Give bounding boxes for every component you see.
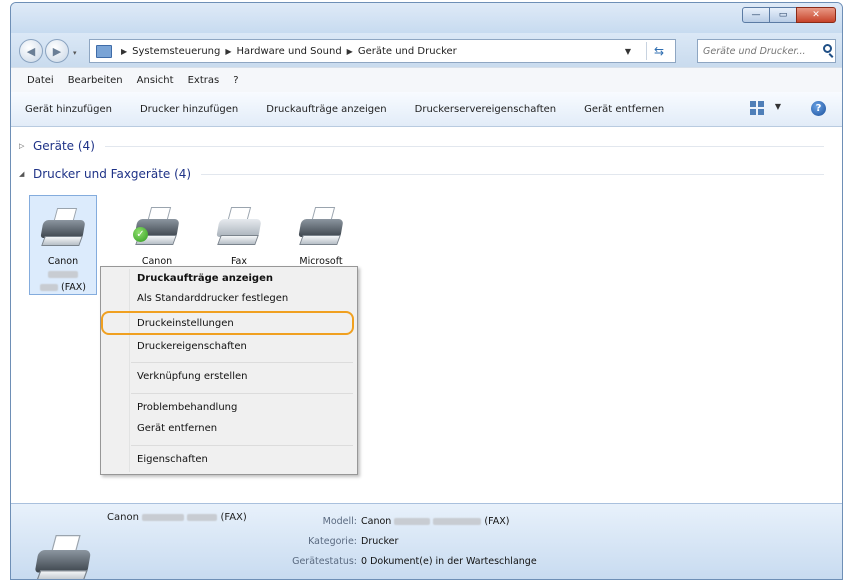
navigation-bar: ◀ ▶ ▾ ▶ Systemsteuerung ▶ Hardware und S… (11, 33, 842, 67)
address-dropdown-icon[interactable]: ▼ (621, 40, 635, 62)
menu-file[interactable]: Datei (27, 75, 54, 86)
device-label: Canon (FAX) (39, 255, 86, 294)
printer-icon (297, 205, 345, 249)
menu-view[interactable]: Ansicht (137, 75, 174, 86)
printer-icon: ✓ (133, 205, 181, 249)
redacted-text (433, 518, 482, 525)
details-pane: Canon (FAX) Modell: Canon (FAX) Kategori… (11, 503, 842, 579)
category-value: Drucker (361, 536, 399, 547)
window-controls: — ▭ ✕ (742, 7, 836, 23)
control-panel-icon (96, 44, 112, 58)
address-bar[interactable]: ▶ Systemsteuerung ▶ Hardware und Sound ▶… (89, 39, 676, 63)
print-server-properties-button[interactable]: Druckerservereigenschaften (415, 104, 556, 115)
refresh-icon[interactable]: ⇆ (646, 42, 671, 60)
menu-edit[interactable]: Bearbeiten (68, 75, 123, 86)
menu-item-printer-properties[interactable]: Druckereigenschaften (137, 341, 247, 352)
status-label: Gerätestatus: (292, 556, 357, 567)
maximize-button[interactable]: ▭ (769, 7, 797, 23)
back-button[interactable]: ◀ (19, 39, 43, 63)
search-icon[interactable] (823, 44, 832, 53)
printer-icon (39, 206, 87, 249)
default-check-icon: ✓ (133, 227, 148, 242)
menu-separator (131, 393, 353, 394)
menu-item-create-shortcut[interactable]: Verknüpfung erstellen (137, 371, 247, 382)
group-printers-label: Drucker und Faxgeräte (4) (33, 167, 192, 181)
menu-help[interactable]: ? (233, 75, 238, 86)
command-bar: Gerät hinzufügen Drucker hinzufügen Druc… (11, 92, 842, 127)
printer-icon (33, 520, 93, 579)
recent-pages-chevron-icon[interactable]: ▾ (73, 49, 77, 57)
breadcrumb-separator-icon: ▶ (225, 46, 232, 56)
close-button[interactable]: ✕ (796, 7, 836, 23)
change-view-icon[interactable] (750, 101, 764, 115)
redacted-text (39, 284, 58, 291)
help-icon[interactable]: ? (811, 101, 826, 116)
breadcrumb-item[interactable]: Systemsteuerung (132, 46, 220, 57)
breadcrumb-item[interactable]: Geräte und Drucker (358, 46, 457, 57)
see-print-jobs-button[interactable]: Druckaufträge anzeigen (266, 104, 386, 115)
remove-device-button[interactable]: Gerät entfernen (584, 104, 664, 115)
menu-item-remove-device[interactable]: Gerät entfernen (137, 423, 217, 434)
expand-arrow-icon[interactable]: ▷ (19, 142, 27, 150)
add-printer-button[interactable]: Drucker hinzufügen (140, 104, 238, 115)
device-name: Canon (FAX) (107, 512, 247, 523)
model-label: Modell: (322, 516, 357, 527)
redacted-text (394, 518, 431, 525)
menu-bar: Datei Bearbeiten Ansicht Extras ? (11, 67, 842, 93)
fax-icon (215, 205, 263, 249)
redacted-text (187, 513, 218, 521)
status-value: 0 Dokument(e) in der Warteschlange (361, 556, 537, 567)
model-value: Canon (FAX) (361, 516, 510, 527)
view-dropdown-icon[interactable]: ▼ (775, 102, 781, 111)
add-device-button[interactable]: Gerät hinzufügen (25, 104, 112, 115)
title-bar[interactable]: — ▭ ✕ (11, 3, 842, 33)
menu-item-properties[interactable]: Eigenschaften (137, 454, 208, 465)
device-canon-fax[interactable]: Canon (FAX) (29, 195, 97, 295)
menu-tools[interactable]: Extras (188, 75, 220, 86)
group-divider (201, 173, 824, 175)
menu-item-set-default[interactable]: Als Standarddrucker festlegen (137, 293, 288, 304)
breadcrumb-separator-icon: ▶ (346, 46, 353, 56)
forward-button[interactable]: ▶ (45, 39, 69, 63)
menu-separator (131, 445, 353, 446)
group-devices-label: Geräte (4) (33, 139, 95, 153)
menu-item-troubleshoot[interactable]: Problembehandlung (137, 402, 237, 413)
search-input[interactable] (697, 39, 836, 63)
menu-gutter (129, 269, 130, 472)
menu-separator (131, 362, 353, 363)
redacted-text (47, 271, 78, 278)
context-menu: Druckaufträge anzeigen Als Standarddruck… (100, 266, 358, 475)
group-divider (104, 145, 824, 147)
minimize-button[interactable]: — (742, 7, 770, 23)
breadcrumb-separator-icon: ▶ (121, 46, 128, 56)
highlight-outline (101, 311, 354, 335)
group-devices-header[interactable]: ▷ Geräte (4) (19, 139, 824, 153)
redacted-text (142, 513, 185, 521)
group-printers-header[interactable]: ◢ Drucker und Faxgeräte (4) (19, 167, 824, 181)
collapse-arrow-icon[interactable]: ◢ (19, 170, 27, 178)
category-label: Kategorie: (308, 536, 357, 547)
menu-item-see-print-jobs[interactable]: Druckaufträge anzeigen (137, 273, 273, 284)
breadcrumb-item[interactable]: Hardware und Sound (237, 46, 342, 57)
